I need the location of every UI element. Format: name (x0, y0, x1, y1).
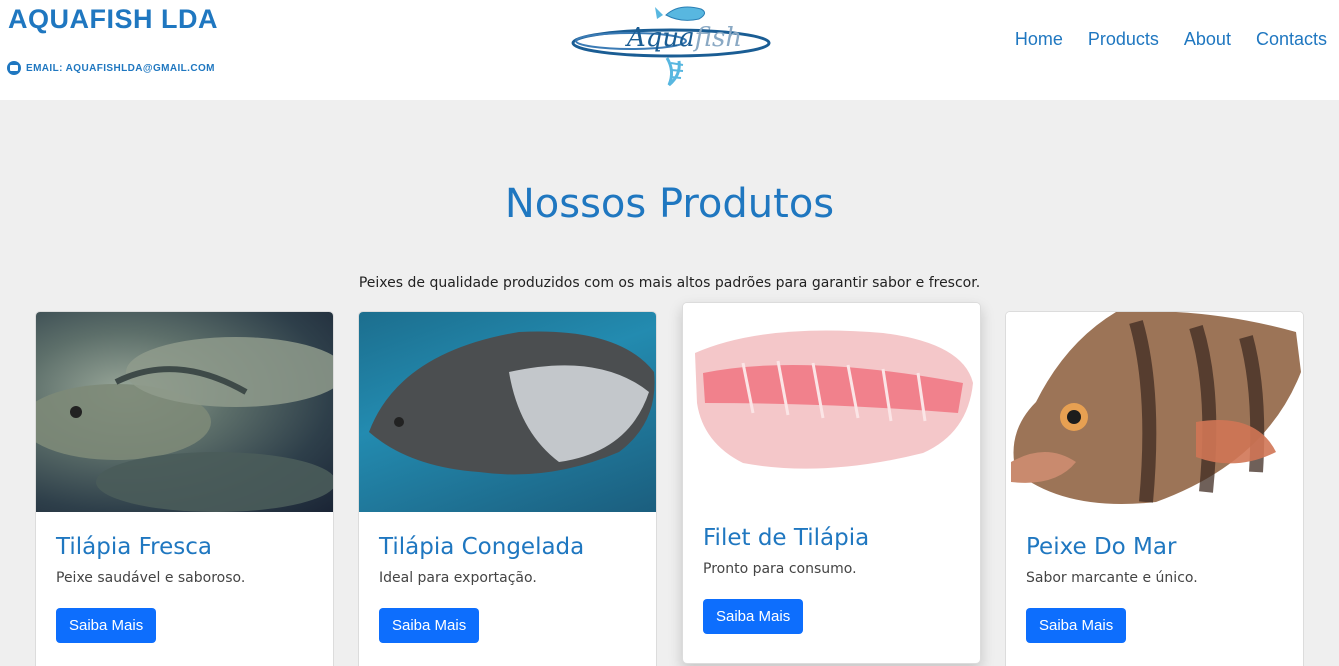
main-nav: Home Products About Contacts (1015, 29, 1327, 50)
card-body: Tilápia Fresca Peixe saudável e saboroso… (36, 512, 333, 663)
product-image-filet-tilapia (683, 303, 980, 503)
nav-home[interactable]: Home (1015, 29, 1063, 50)
product-card-peixe-do-mar: Peixe Do Mar Sabor marcante e único. Sai… (1005, 311, 1304, 666)
email-text: EMAIL: AQUAFISHLDA@GMAIL.COM (26, 62, 215, 74)
card-body: Peixe Do Mar Sabor marcante e único. Sai… (1006, 512, 1303, 663)
saiba-mais-button[interactable]: Saiba Mais (379, 608, 480, 643)
email-contact[interactable]: EMAIL: AQUAFISHLDA@GMAIL.COM (7, 61, 215, 75)
logo-text-fish: fish (694, 23, 743, 53)
card-body: Filet de Tilápia Pronto para consumo. Sa… (683, 503, 980, 654)
nav-products[interactable]: Products (1088, 29, 1159, 50)
card-title: Tilápia Congelada (379, 534, 585, 560)
saiba-mais-button[interactable]: Saiba Mais (703, 599, 804, 634)
brand-name: AQUAFISH LDA (8, 4, 218, 34)
product-image-peixe-do-mar (1006, 312, 1303, 512)
logo-wordmark: Aquafish (627, 23, 742, 53)
product-image-tilapia-fresca (36, 312, 333, 512)
saiba-mais-button[interactable]: Saiba Mais (56, 608, 157, 643)
section-title: Nossos Produtos (504, 181, 835, 227)
card-text: Ideal para exportação. (379, 570, 537, 586)
section-subtitle: Peixes de qualidade produzidos com os ma… (358, 275, 981, 291)
card-text: Peixe saudável e saboroso. (56, 570, 246, 586)
product-card-tilapia-fresca: Tilápia Fresca Peixe saudável e saboroso… (35, 311, 334, 666)
card-text: Pronto para consumo. (703, 561, 857, 577)
product-image-tilapia-congelada (359, 312, 656, 512)
product-card-tilapia-congelada: Tilápia Congelada Ideal para exportação.… (358, 311, 657, 666)
product-card-filet-tilapia: Filet de Tilápia Pronto para consumo. Sa… (682, 302, 981, 664)
card-body: Tilápia Congelada Ideal para exportação.… (359, 512, 656, 663)
card-text: Sabor marcante e único. (1026, 570, 1198, 586)
envelope-icon (7, 61, 21, 75)
site-header: AQUAFISH LDA EMAIL: AQUAFISHLDA@GMAIL.CO… (0, 0, 1339, 100)
aquafish-logo[interactable]: Aquafish (571, 3, 775, 93)
nav-about[interactable]: About (1184, 29, 1231, 50)
saiba-mais-button[interactable]: Saiba Mais (1026, 608, 1127, 643)
card-title: Tilápia Fresca (56, 534, 212, 560)
card-title: Filet de Tilápia (703, 525, 870, 551)
nav-contacts[interactable]: Contacts (1256, 29, 1327, 50)
card-title: Peixe Do Mar (1026, 534, 1177, 560)
logo-text-aqua: Aqua (627, 23, 695, 53)
